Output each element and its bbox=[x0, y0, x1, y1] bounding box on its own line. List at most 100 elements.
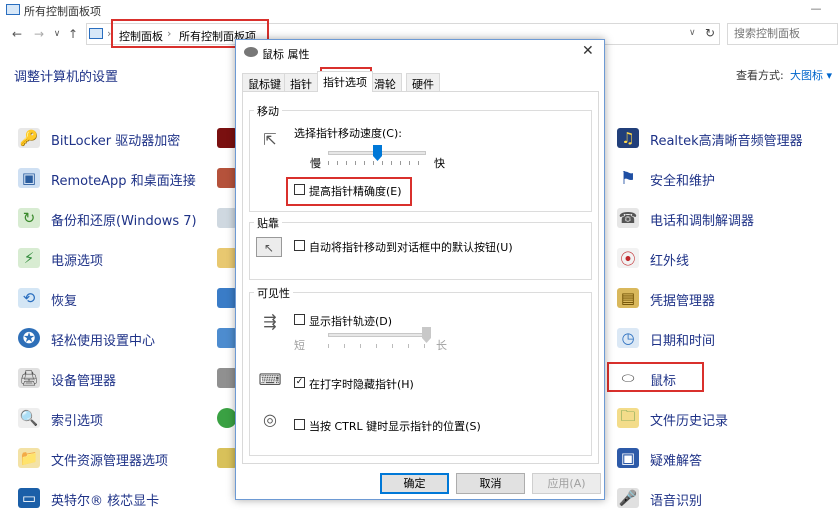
snap-group: 贴靠 ↖ 自动将指针移动到对话框中的默认按钮(U) bbox=[249, 215, 592, 280]
cp-item-ease-of-access[interactable]: ✪ 轻松使用设置中心 bbox=[18, 326, 218, 350]
cp-item-label: 文件历史记录 bbox=[650, 414, 729, 429]
cp-item-label: 疑难解答 bbox=[650, 454, 703, 469]
tab-pointer-options[interactable]: 指针选项 bbox=[317, 71, 373, 92]
precision-checkbox[interactable] bbox=[294, 184, 305, 195]
cp-item-label: BitLocker 驱动器加密 bbox=[51, 134, 181, 149]
cp-item-mouse[interactable]: ⬭ 鼠标 bbox=[617, 366, 832, 390]
cp-item-remoteapp[interactable]: ▣ RemoteApp 和桌面连接 bbox=[18, 166, 218, 190]
cp-item-label: 索引选项 bbox=[51, 414, 104, 429]
snap-group-title: 贴靠 bbox=[254, 215, 282, 231]
precision-label[interactable]: 提高指针精确度(E) bbox=[309, 183, 402, 199]
apply-button[interactable]: 应用(A) bbox=[532, 473, 601, 494]
cp-item-intel-graphics[interactable]: ▭ 英特尔® 核芯显卡 bbox=[18, 486, 218, 510]
address-dropdown-icon[interactable]: ∨ bbox=[689, 28, 696, 38]
view-by-dropdown[interactable]: 大图标 ▾ bbox=[790, 67, 832, 83]
tab-wheel[interactable]: 滑轮 bbox=[368, 73, 402, 91]
cp-item-label: 电话和调制解调器 bbox=[650, 214, 755, 229]
view-by-label: 查看方式: bbox=[736, 69, 784, 82]
speed-slider-ticks bbox=[328, 161, 426, 165]
cp-item-recovery[interactable]: ⟲ 恢复 bbox=[18, 286, 218, 310]
cp-item-bitlocker[interactable]: 🔑 BitLocker 驱动器加密 bbox=[18, 126, 218, 150]
cp-item-file-history[interactable]: 🗀 文件历史记录 bbox=[617, 406, 832, 430]
slow-label: 慢 bbox=[310, 157, 321, 170]
cp-item-date-time[interactable]: ◷ 日期和时间 bbox=[617, 326, 832, 350]
trails-slider-track[interactable] bbox=[328, 333, 428, 337]
speed-label: 选择指针移动速度(C): bbox=[294, 127, 402, 140]
cp-item-power[interactable]: ⚡ 电源选项 bbox=[18, 246, 218, 270]
flash-player-icon[interactable] bbox=[217, 128, 237, 148]
ctrl-location-label[interactable]: 当按 CTRL 键时显示指针的位置(S) bbox=[309, 418, 481, 434]
snap-label[interactable]: 自动将指针移动到对话框中的默认按钮(U) bbox=[309, 239, 513, 255]
mouse-icon bbox=[244, 47, 258, 57]
trails-slider-thumb[interactable] bbox=[422, 327, 431, 343]
user-accounts-icon[interactable] bbox=[217, 328, 237, 348]
firewall-icon[interactable] bbox=[217, 168, 237, 188]
indexing-icon: 🔍 bbox=[18, 408, 40, 428]
motion-group-title: 移动 bbox=[254, 103, 282, 119]
trails-slider-ticks bbox=[328, 344, 428, 348]
display-icon[interactable] bbox=[217, 288, 237, 308]
search-box[interactable] bbox=[727, 23, 838, 45]
cp-item-label: 鼠标 bbox=[650, 374, 677, 389]
remoteapp-icon: ▣ bbox=[18, 168, 40, 188]
trails-label[interactable]: 显示指针轨迹(D) bbox=[309, 313, 392, 329]
hide-pointer-label[interactable]: 在打字时隐藏指针(H) bbox=[309, 376, 414, 392]
search-input[interactable] bbox=[734, 27, 834, 40]
tab-buttons[interactable]: 鼠标键 bbox=[242, 73, 287, 91]
ok-button[interactable]: 确定 bbox=[380, 473, 449, 494]
cp-item-infrared[interactable]: ⦿ 红外线 bbox=[617, 246, 832, 270]
cp-item-security[interactable]: ⚑ 安全和维护 bbox=[617, 166, 832, 190]
forward-arrow-icon[interactable]: → bbox=[32, 27, 46, 41]
close-icon[interactable]: ✕ bbox=[582, 43, 594, 59]
cp-item-realtek[interactable]: ♫ Realtek高清晰音频管理器 bbox=[617, 126, 832, 150]
title-bar: 所有控制面板项 — bbox=[0, 0, 838, 20]
work-folders-icon[interactable] bbox=[217, 448, 237, 468]
recent-dropdown-icon[interactable]: ∨ bbox=[50, 29, 64, 39]
hide-pointer-icon: ⌨ bbox=[258, 370, 282, 389]
page-title: 调整计算机的设置 bbox=[14, 70, 119, 85]
mouse-icon: ⬭ bbox=[617, 368, 639, 388]
control-panel-window: 所有控制面板项 — ← → ∨ ↑ › 控制面板 › 所有控制面板项 ∨ ↻ 调… bbox=[0, 0, 838, 509]
snap-checkbox[interactable] bbox=[294, 240, 305, 251]
dialog-title: 鼠标 属性 bbox=[262, 48, 310, 61]
minimize-button[interactable]: — bbox=[806, 2, 826, 16]
infrared-icon: ⦿ bbox=[617, 248, 639, 268]
recovery-icon: ⟲ bbox=[18, 288, 40, 308]
cp-item-label: RemoteApp 和桌面连接 bbox=[51, 174, 196, 189]
show-location-icon: ◎ bbox=[263, 410, 277, 429]
cp-item-device-manager[interactable]: 🖨 设备管理器 bbox=[18, 366, 218, 390]
cp-item-speech[interactable]: 🎤 语音识别 bbox=[617, 486, 832, 510]
back-arrow-icon[interactable]: ← bbox=[10, 27, 24, 41]
speed-slider-thumb[interactable] bbox=[372, 145, 382, 161]
ctrl-location-checkbox[interactable] bbox=[294, 419, 305, 430]
breadcrumb-control-panel[interactable]: 控制面板 bbox=[119, 28, 163, 44]
trails-checkbox[interactable] bbox=[294, 314, 305, 325]
devices-printers-icon[interactable] bbox=[217, 368, 237, 388]
cp-item-phone-modem[interactable]: ☎ 电话和调制解调器 bbox=[617, 206, 832, 230]
cp-item-troubleshoot[interactable]: ▣ 疑难解答 bbox=[617, 446, 832, 470]
up-arrow-icon[interactable]: ↑ bbox=[66, 27, 80, 41]
cp-item-indexing[interactable]: 🔍 索引选项 bbox=[18, 406, 218, 430]
intel-graphics-icon: ▭ bbox=[18, 488, 40, 508]
cp-item-credential[interactable]: ▤ 凭据管理器 bbox=[617, 286, 832, 310]
phone-modem-icon: ☎ bbox=[617, 208, 639, 228]
folder-icon[interactable] bbox=[217, 248, 237, 268]
cp-item-explorer-options[interactable]: 📁 文件资源管理器选项 bbox=[18, 446, 218, 470]
hide-pointer-checkbox[interactable]: ✓ bbox=[294, 377, 305, 388]
cp-item-label: 恢复 bbox=[51, 294, 78, 309]
cp-item-label: 设备管理器 bbox=[51, 374, 117, 389]
refresh-icon[interactable]: ↻ bbox=[705, 26, 715, 40]
fast-label: 快 bbox=[434, 157, 445, 170]
pointer-trails-icon: ⇶ bbox=[263, 312, 277, 331]
cp-item-label: 备份和还原(Windows 7) bbox=[51, 214, 197, 229]
backup-icon: ↻ bbox=[18, 208, 40, 228]
sync-center-icon[interactable] bbox=[217, 408, 237, 428]
cp-item-backup[interactable]: ↻ 备份和还原(Windows 7) bbox=[18, 206, 218, 230]
snap-to-icon: ↖ bbox=[256, 237, 282, 257]
network-icon[interactable] bbox=[217, 208, 237, 228]
ease-of-access-icon: ✪ bbox=[18, 328, 40, 348]
cp-item-label: 轻松使用设置中心 bbox=[51, 334, 156, 349]
cancel-button[interactable]: 取消 bbox=[456, 473, 525, 494]
tab-hardware[interactable]: 硬件 bbox=[406, 73, 440, 91]
tab-pointers[interactable]: 指针 bbox=[284, 73, 318, 91]
